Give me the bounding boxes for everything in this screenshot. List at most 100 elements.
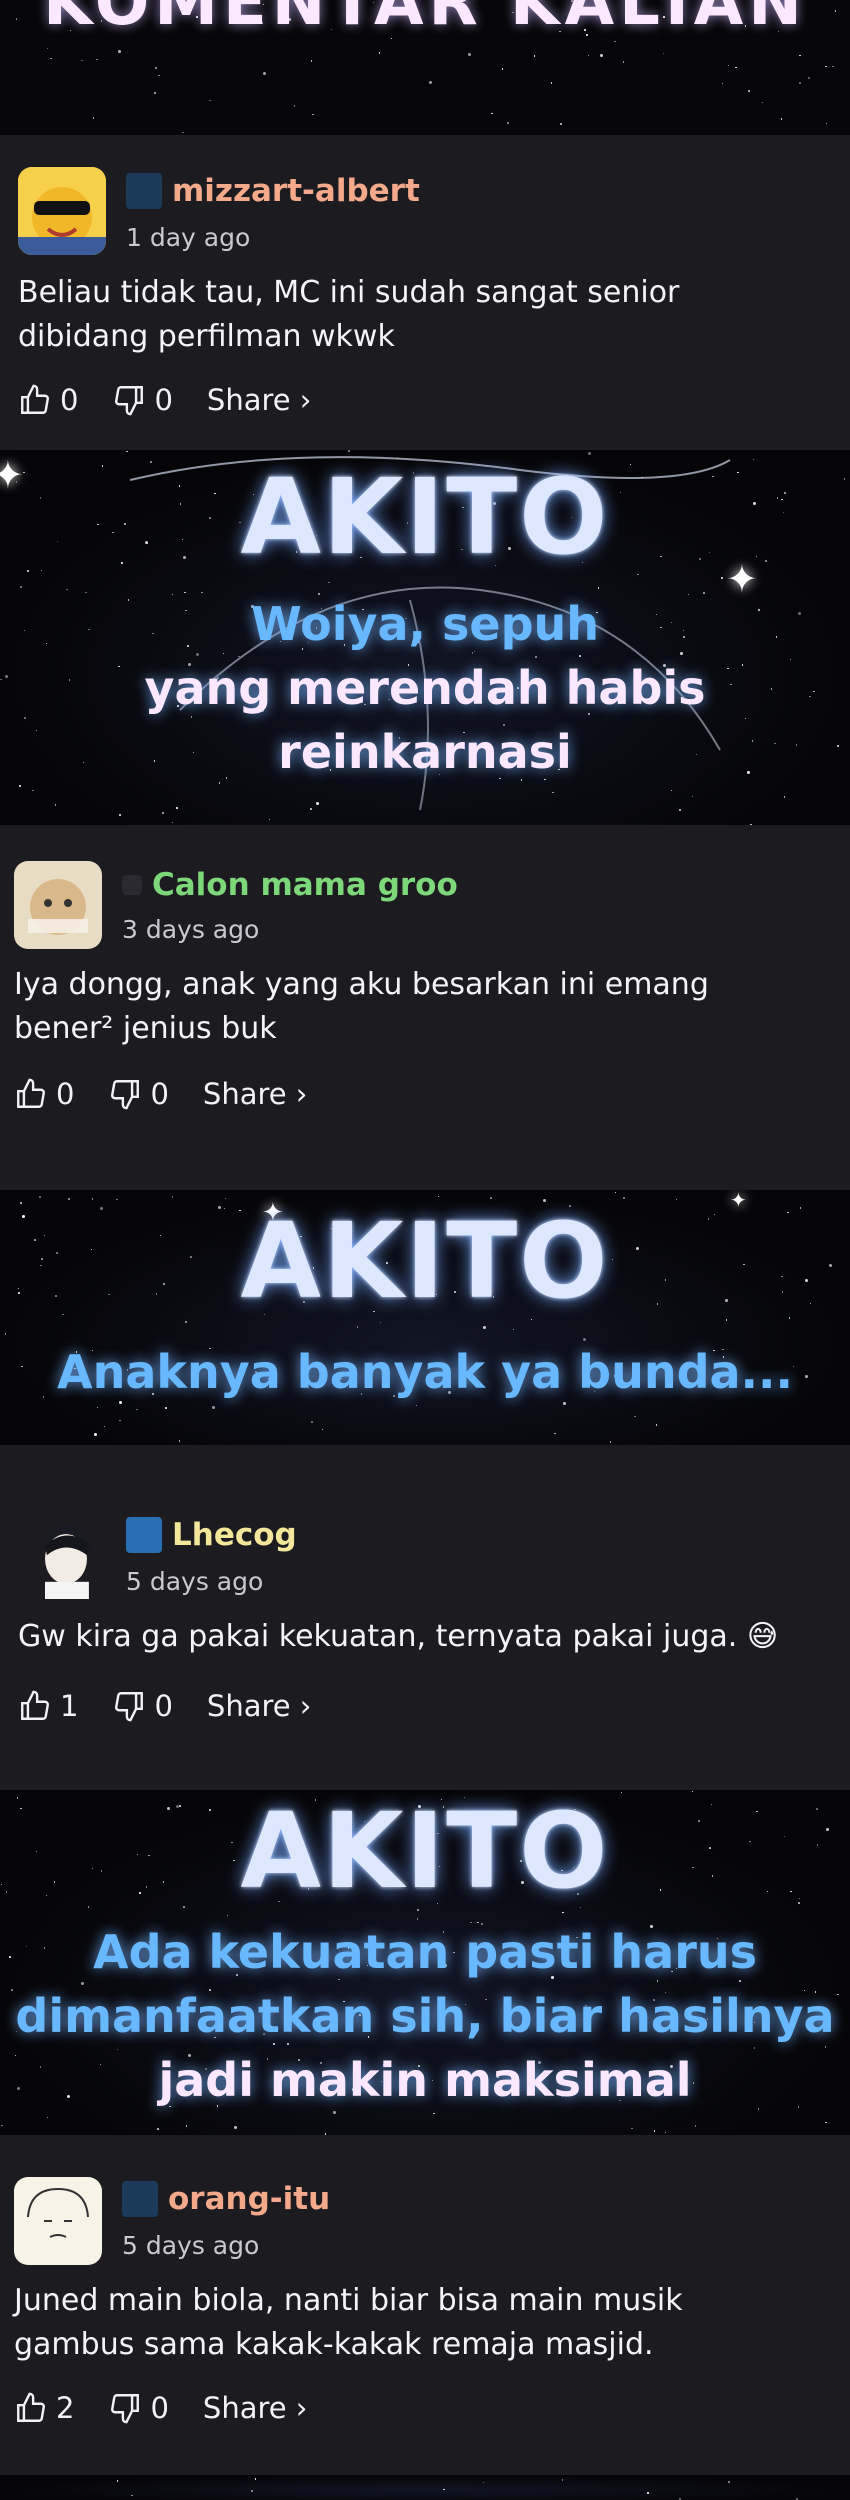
speaker-name: AKITO: [240, 456, 610, 578]
manga-panel-partial: [0, 2475, 850, 2500]
star-dot: [554, 1432, 556, 1435]
star-dot: [512, 1328, 515, 1331]
star-dot: [609, 1441, 612, 1443]
star-dot: [356, 1326, 359, 1328]
like-button[interactable]: 1: [18, 1689, 78, 1723]
star-dot: [799, 82, 801, 84]
star-dot: [825, 122, 828, 125]
dislike-count: 0: [150, 2391, 169, 2425]
star-dot: [614, 40, 616, 43]
star-dot: [694, 2125, 697, 2127]
star-dot: [825, 2121, 827, 2124]
star-dot: [550, 82, 553, 84]
star-dot: [178, 1440, 181, 1442]
title-banner: KOMENTAR KALIAN: [0, 0, 850, 135]
star-dot: [443, 2488, 445, 2491]
username[interactable]: orang-itu: [168, 2181, 330, 2217]
dialogue-line: Ada kekuatan pasti harus: [92, 1925, 758, 1979]
star-dot: [614, 1191, 617, 1194]
star-dot: [634, 1415, 636, 1418]
user-badge-icon: [122, 2181, 158, 2217]
comment-text: Juned main biola, nanti biar bisa main m…: [14, 2283, 683, 2362]
star-dot: [501, 68, 504, 70]
comment-actions: 2 0 Share ›: [14, 2391, 307, 2425]
comment-text: Gw kira ga pakai kekuatan, ternyata paka…: [18, 1619, 779, 1654]
star-dot: [46, 2116, 49, 2119]
star-dot: [429, 81, 433, 85]
star-dot: [825, 65, 827, 68]
avatar[interactable]: [18, 167, 106, 255]
user-badge-icon: [126, 173, 162, 209]
dislike-button[interactable]: 0: [112, 383, 173, 417]
page-title: KOMENTAR KALIAN: [43, 0, 807, 40]
star-dot: [727, 64, 730, 67]
star-dot: [647, 2492, 649, 2494]
dialogue-line: jadi makin maksimal: [158, 2053, 692, 2107]
like-count: 1: [60, 1689, 79, 1723]
star-dot: [561, 2479, 564, 2481]
dislike-button[interactable]: 0: [108, 1077, 169, 1111]
username[interactable]: mizzart-albert: [172, 173, 420, 209]
star-dot: [662, 52, 665, 55]
username-row: orang-itu: [122, 2181, 330, 2217]
dialogue-line: yang merendah habis: [144, 661, 706, 715]
username[interactable]: Calon mama groo: [152, 867, 458, 903]
dislike-count: 0: [150, 1077, 169, 1111]
thumbs-up-icon: [21, 1690, 49, 1720]
star-dot: [507, 122, 509, 124]
like-button[interactable]: 0: [14, 1077, 74, 1111]
like-button[interactable]: 0: [18, 383, 78, 417]
star-dot: [263, 72, 267, 76]
star-dot: [157, 2128, 159, 2130]
avatar[interactable]: [24, 1515, 108, 1599]
star-dot: [808, 77, 810, 79]
username-row: mizzart-albert: [126, 173, 420, 209]
star-dot: [165, 1407, 167, 1409]
like-button[interactable]: 2: [14, 2391, 74, 2425]
thumbs-down-icon: [111, 2394, 140, 2424]
thumbs-down-icon: [111, 1080, 140, 1110]
dialogue-line: dimanfaatkan sih, biar hasilnya: [15, 1989, 835, 2043]
dislike-count: 0: [154, 1689, 173, 1723]
star-dot: [655, 1424, 658, 1426]
like-count: 2: [56, 2391, 75, 2425]
thumbs-up-icon: [17, 1078, 45, 1108]
star-dot: [799, 54, 801, 57]
share-button[interactable]: Share ›: [207, 383, 312, 417]
dislike-button[interactable]: 0: [112, 1689, 173, 1723]
star-dot: [46, 47, 49, 50]
star-dot: [182, 131, 184, 134]
star-dot: [653, 2130, 656, 2132]
star-dot: [234, 2125, 238, 2129]
star-dot: [131, 2494, 133, 2497]
star-dot: [378, 52, 381, 54]
username[interactable]: Lhecog: [172, 1517, 297, 1553]
share-button[interactable]: Share ›: [207, 1689, 312, 1723]
star-dot: [491, 112, 493, 115]
star-dot: [254, 2478, 257, 2480]
comment-card: orang-itu 5 days ago Juned main biola, n…: [0, 2135, 850, 2475]
star-dot: [832, 65, 834, 68]
star-dot: [482, 2481, 485, 2484]
dialogue-line: Woiya, sepuh: [251, 597, 599, 651]
manga-panel: ✦ ✦ AKITO Woiya, sepuh yang merendah hab…: [0, 450, 850, 825]
star-dot: [321, 1428, 324, 1431]
share-button[interactable]: Share ›: [203, 2391, 308, 2425]
star-dot: [623, 1197, 625, 1199]
star-dot: [211, 1405, 215, 1409]
thumbs-up-icon: [21, 384, 49, 414]
star-dot: [158, 74, 160, 77]
star-dot: [93, 1433, 97, 1437]
dialogue-line: reinkarnasi: [278, 725, 572, 779]
share-button[interactable]: Share ›: [203, 1077, 308, 1111]
star-dot: [32, 789, 34, 792]
avatar[interactable]: [14, 2177, 102, 2265]
dislike-button[interactable]: 0: [108, 2391, 169, 2425]
star-dot: [587, 54, 590, 57]
avatar[interactable]: [14, 861, 102, 949]
star-dot: [310, 60, 313, 62]
star-dot: [1, 2124, 3, 2127]
starfield: [0, 2475, 850, 2500]
star-dot: [118, 49, 122, 53]
star-dot: [728, 2481, 730, 2483]
